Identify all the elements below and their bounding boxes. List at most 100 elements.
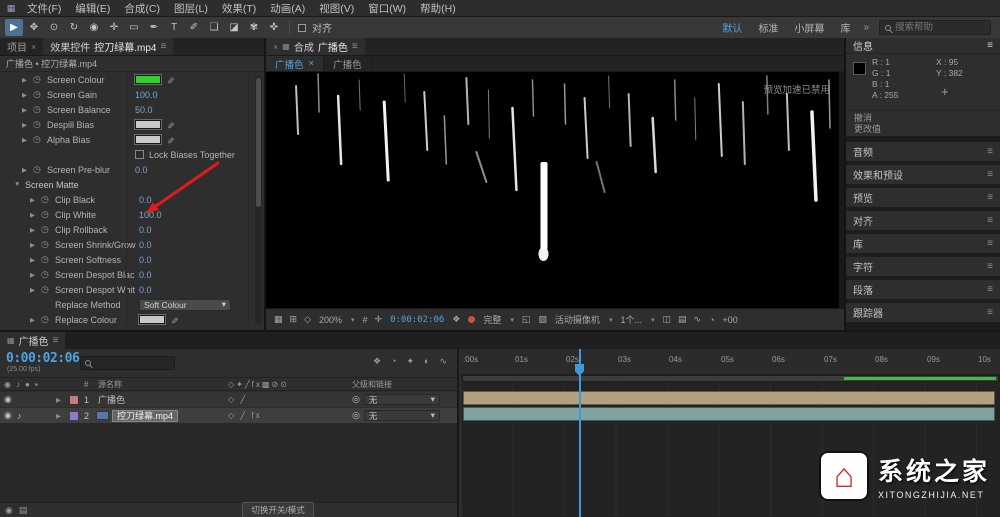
panel-tab-character[interactable]: 字符 ≡ <box>846 257 1000 276</box>
effect-property-row[interactable]: ▶ ◷ Despill Bias ✐ <box>0 117 264 132</box>
transfer-controls-toggle-icon[interactable]: ▤ <box>19 505 28 516</box>
grid-icon[interactable]: ⊞ <box>290 314 298 325</box>
eyedropper-icon[interactable]: ✐ <box>167 74 175 85</box>
workspace-overflow-icon[interactable]: » <box>859 22 873 33</box>
menu-layer[interactable]: 图层(L) <box>167 0 215 16</box>
panel-menu-icon[interactable]: ≡ <box>53 335 59 346</box>
tab-composition[interactable]: × ▦ 合成 广播色 ≡ <box>266 38 365 55</box>
scrollbar-thumb[interactable] <box>256 78 261 207</box>
rotation-tool[interactable]: ↻ <box>65 19 83 36</box>
stopwatch-icon[interactable]: ◷ <box>41 254 55 265</box>
eye-icon[interactable]: ◉ <box>4 392 12 407</box>
viewer-timecode[interactable]: 0:00:02:06 <box>390 315 444 325</box>
stopwatch-icon[interactable]: ◷ <box>41 239 55 250</box>
fast-preview-icon[interactable]: ∿ <box>694 314 702 325</box>
guides-icon[interactable]: ✛ <box>375 314 383 325</box>
stopwatch-icon[interactable]: ◷ <box>41 314 55 325</box>
panel-menu-icon[interactable]: ≡ <box>987 169 993 180</box>
twirl-icon[interactable]: ▶ <box>22 121 33 129</box>
close-icon[interactable]: × <box>31 42 36 52</box>
stopwatch-icon[interactable]: ◷ <box>33 119 47 130</box>
snap-checkbox[interactable] <box>298 24 306 32</box>
layer-label-chip[interactable] <box>70 396 78 404</box>
menu-edit[interactable]: 编辑(E) <box>68 0 117 16</box>
transparency-grid-icon[interactable]: ▨ <box>538 314 547 325</box>
twirl-icon[interactable]: ▶ <box>30 271 41 279</box>
panel-menu-icon[interactable]: ≡ <box>987 261 993 272</box>
viewer-tab[interactable]: 广播色 <box>324 56 372 71</box>
twirl-icon[interactable]: ▶ <box>22 106 33 114</box>
effect-property-row[interactable]: ▶ ◷ Replace Colour ✐ <box>0 312 264 327</box>
property-value[interactable]: 0.0 <box>139 270 152 280</box>
toggle-switches-modes-button[interactable]: 切换开关/模式 <box>242 502 313 517</box>
panel-menu-icon[interactable]: ≡ <box>987 238 993 249</box>
panel-menu-icon[interactable]: ≡ <box>352 41 358 52</box>
motion-blur-icon[interactable]: ◐ <box>424 356 429 367</box>
property-value[interactable]: 0.0 <box>139 285 152 295</box>
timeline-tab[interactable]: ▦ 广播色 ≡ <box>0 332 65 349</box>
panel-menu-icon[interactable]: ≡ <box>987 215 993 226</box>
stopwatch-icon[interactable]: ◷ <box>41 269 55 280</box>
layer-row-2[interactable]: ◉ ♪ ▶ 2 控刀绿幕.mp4 ◇ ╱ fx ◎ 无 ▾ <box>0 408 457 423</box>
panel-menu-icon[interactable]: ≡ <box>987 284 993 295</box>
grid-options-icon[interactable]: # <box>363 315 368 325</box>
twirl-icon[interactable]: ▶ <box>30 256 41 264</box>
clone-stamp-tool[interactable]: ❏ <box>205 19 223 36</box>
layer-name[interactable]: 广播色 <box>98 392 125 407</box>
pickwhip-icon[interactable]: ◎ <box>352 410 360 421</box>
selection-tool[interactable]: ▶ <box>5 19 23 36</box>
hide-shy-icon[interactable]: ◔ <box>391 356 396 367</box>
camera-tool[interactable]: ◉ <box>85 19 103 36</box>
workspace-default[interactable]: 默认 <box>715 20 749 35</box>
twirl-icon[interactable]: ▶ <box>22 76 33 84</box>
stopwatch-icon[interactable]: ◷ <box>33 134 47 145</box>
workspace-libraries[interactable]: 库 <box>833 20 857 35</box>
panel-menu-icon[interactable]: ≡ <box>987 40 993 51</box>
time-ruler[interactable]: :00s 01s 02s 03s 04s 05s 06s 07s 08s 09s… <box>461 349 1000 375</box>
eyedropper-icon[interactable]: ✐ <box>167 134 175 145</box>
parent-dropdown[interactable]: 无 ▾ <box>364 394 440 405</box>
tab-project[interactable]: 项目 × <box>0 38 43 55</box>
twirl-open-icon[interactable]: ▼ <box>14 181 25 188</box>
work-area-bar[interactable] <box>461 375 1000 382</box>
resolution-select[interactable]: 完整 ▾ <box>483 313 514 326</box>
panel-tab-libraries[interactable]: 库 ≡ <box>846 234 1000 253</box>
twirl-icon[interactable]: ▶ <box>30 196 41 204</box>
exposure-value[interactable]: +00 <box>723 315 738 325</box>
alpha-bias-swatch[interactable] <box>135 135 161 144</box>
exposure-icon[interactable]: ◔ <box>709 315 714 325</box>
show-channel-icon[interactable] <box>468 316 475 323</box>
stopwatch-icon[interactable]: ◷ <box>33 164 47 175</box>
layer-duration-bar-1[interactable] <box>463 391 995 405</box>
source-name-column-header[interactable]: 源名称 <box>98 378 122 390</box>
tab-effect-controls[interactable]: 效果控件 控刀绿幕.mp4 ≡ <box>43 38 173 55</box>
menu-window[interactable]: 窗口(W) <box>361 0 413 16</box>
roto-brush-tool[interactable]: ✾ <box>245 19 263 36</box>
comp-mini-flowchart-icon[interactable]: ❖ <box>373 356 381 367</box>
panel-tab-align[interactable]: 对齐 ≡ <box>846 211 1000 230</box>
stopwatch-icon[interactable]: ◷ <box>41 284 55 295</box>
type-tool[interactable]: T <box>165 19 183 36</box>
property-value[interactable]: 50.0 <box>135 105 153 115</box>
effect-property-row[interactable]: ▶ ◷ Screen Despot Blac 0.0 <box>0 267 264 282</box>
panel-menu-icon[interactable]: ≡ <box>987 146 993 157</box>
pen-tool[interactable]: ✒ <box>145 19 163 36</box>
composition-viewer[interactable]: 预览加速已禁用 <box>266 72 844 308</box>
replace-method-dropdown[interactable]: Soft Colour ▾ <box>139 299 231 311</box>
view-layout-select[interactable]: 1个... ▾ <box>620 313 654 326</box>
audio-icon[interactable]: ♪ <box>17 408 22 423</box>
menu-view[interactable]: 视图(V) <box>312 0 361 16</box>
twirl-icon[interactable]: ▶ <box>22 91 33 99</box>
panel-tab-preview[interactable]: 预览 ≡ <box>846 188 1000 207</box>
zoom-tool[interactable]: ⊙ <box>45 19 63 36</box>
stopwatch-icon[interactable]: ◷ <box>33 104 47 115</box>
parent-link-column-header[interactable]: 父级和链接 <box>352 378 392 390</box>
composition-frame[interactable] <box>266 72 839 308</box>
panel-tab-effects-presets[interactable]: 效果和预设 ≡ <box>846 165 1000 184</box>
roi-icon[interactable]: ◱ <box>522 314 531 325</box>
close-icon[interactable]: × <box>309 58 315 69</box>
eyedropper-icon[interactable]: ✐ <box>167 119 175 130</box>
layer-switches[interactable]: ◇ ╱ fx <box>228 408 262 423</box>
twirl-icon[interactable]: ▶ <box>22 136 33 144</box>
property-value[interactable]: 100.0 <box>135 90 158 100</box>
